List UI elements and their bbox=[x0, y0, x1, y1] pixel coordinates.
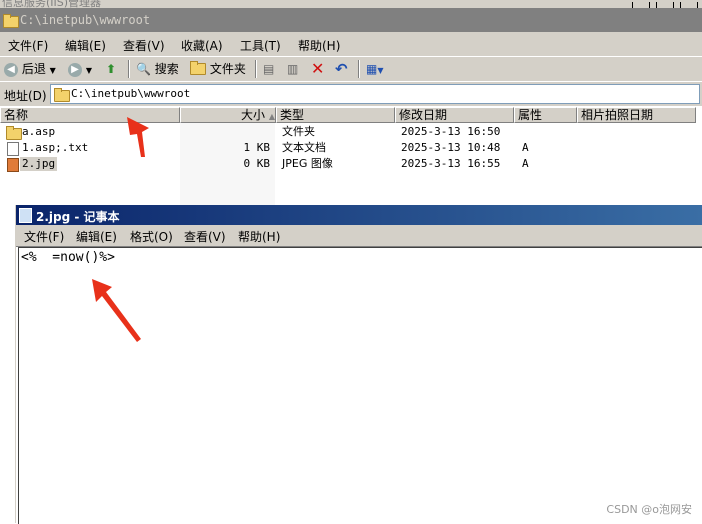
search-icon: 🔍 bbox=[136, 62, 151, 76]
address-input[interactable]: C:\inetpub\wwwroot bbox=[50, 84, 700, 104]
undo-button[interactable]: ↶ bbox=[335, 60, 348, 78]
column-header-photo-date[interactable]: 相片拍照日期 bbox=[577, 107, 696, 123]
column-header-label: 名称 bbox=[4, 108, 29, 122]
background-window: 信息服务(IIS)管理器 bbox=[0, 0, 702, 8]
folders-label: 文件夹 bbox=[209, 62, 246, 76]
file-modified: 2025-3-13 10:48 bbox=[401, 141, 501, 154]
column-header-label: 大小 bbox=[241, 108, 266, 122]
table-row[interactable]: a.asp 文件夹 2025-3-13 16:50 bbox=[0, 124, 702, 140]
notepad-menubar: 文件(F) 编辑(E) 格式(O) 查看(V) 帮助(H) bbox=[16, 225, 702, 247]
table-row[interactable]: 1.asp;.txt 1 KB 文本文档 2025-3-13 10:48 A bbox=[0, 140, 702, 156]
background-window-controls bbox=[630, 0, 698, 8]
menu-view[interactable]: 查看(V) bbox=[184, 228, 226, 245]
notepad-window: 2.jpg - 记事本 文件(F) 编辑(E) 格式(O) 查看(V) 帮助(H… bbox=[15, 205, 702, 524]
delete-button[interactable]: ✕ bbox=[311, 60, 324, 78]
views-button[interactable]: ▦▼ bbox=[366, 60, 384, 78]
move-to-icon: ▤ bbox=[263, 62, 275, 76]
column-headers: 名称 大小 ▲ 类型 修改日期 属性 相片拍照日期 bbox=[0, 107, 702, 123]
toolbar-separator bbox=[358, 60, 360, 78]
menu-edit[interactable]: 编辑(E) bbox=[76, 228, 117, 245]
file-name: a.asp bbox=[22, 125, 56, 138]
file-modified: 2025-3-13 16:55 bbox=[401, 157, 501, 170]
file-size: 1 KB bbox=[243, 141, 271, 154]
menu-help[interactable]: 帮助(H) bbox=[298, 37, 340, 54]
folder-icon bbox=[3, 14, 19, 28]
notepad-content: <% =now()%> bbox=[21, 250, 115, 265]
forward-arrow-icon: ▶ bbox=[68, 62, 82, 77]
file-name: 1.asp;.txt bbox=[22, 141, 89, 154]
back-arrow-icon: ◀ bbox=[4, 62, 18, 77]
sort-ascending-icon: ▲ bbox=[268, 112, 275, 121]
address-bar: 地址(D) C:\inetpub\wwwroot bbox=[0, 81, 702, 106]
file-type: JPEG 图像 bbox=[282, 157, 333, 170]
explorer-menubar: 文件(F) 编辑(E) 查看(V) 收藏(A) 工具(T) 帮助(H) bbox=[0, 32, 702, 56]
chevron-down-icon: ▼ bbox=[377, 66, 384, 75]
column-header-modified[interactable]: 修改日期 bbox=[395, 107, 514, 123]
menu-format[interactable]: 格式(O) bbox=[130, 228, 173, 245]
folder-icon bbox=[190, 61, 206, 75]
folder-icon bbox=[54, 88, 70, 102]
explorer-titlebar[interactable]: C:\inetpub\wwwroot bbox=[0, 8, 702, 32]
search-label: 搜索 bbox=[154, 62, 179, 76]
column-header-name[interactable]: 名称 bbox=[0, 107, 180, 123]
file-modified: 2025-3-13 16:50 bbox=[401, 125, 501, 138]
menu-favorites[interactable]: 收藏(A) bbox=[181, 37, 223, 54]
menu-file[interactable]: 文件(F) bbox=[24, 228, 64, 245]
file-name: 2.jpg bbox=[20, 157, 58, 171]
background-window-title: 信息服务(IIS)管理器 bbox=[2, 0, 102, 8]
file-size: 0 KB bbox=[243, 157, 271, 170]
file-type: 文件夹 bbox=[282, 125, 315, 138]
file-attr: A bbox=[522, 141, 529, 154]
delete-icon: ✕ bbox=[311, 59, 325, 78]
chevron-down-icon: ▼ bbox=[49, 66, 56, 75]
column-header-type[interactable]: 类型 bbox=[276, 107, 395, 123]
watermark: CSDN @o泡网安 bbox=[606, 503, 692, 516]
notepad-title: 2.jpg - 记事本 bbox=[36, 210, 120, 224]
menu-tools[interactable]: 工具(T) bbox=[240, 37, 281, 54]
image-file-icon bbox=[7, 158, 19, 172]
column-header-label: 属性 bbox=[518, 108, 543, 122]
back-button[interactable]: ◀ 后退 ▼ bbox=[4, 60, 56, 78]
menu-file[interactable]: 文件(F) bbox=[8, 37, 48, 54]
folder-icon bbox=[6, 126, 22, 140]
text-file-icon bbox=[7, 142, 19, 156]
column-header-label: 类型 bbox=[280, 108, 305, 122]
up-folder-icon: ⬆ bbox=[106, 62, 117, 76]
address-value: C:\inetpub\wwwroot bbox=[71, 87, 191, 100]
menu-help[interactable]: 帮助(H) bbox=[238, 228, 280, 245]
file-attr: A bbox=[522, 157, 529, 170]
undo-icon: ↶ bbox=[335, 60, 348, 78]
table-row[interactable]: 2.jpg 0 KB JPEG 图像 2025-3-13 16:55 A bbox=[0, 156, 702, 172]
back-label: 后退 bbox=[21, 62, 46, 76]
toolbar-separator bbox=[128, 60, 130, 78]
column-header-label: 相片拍照日期 bbox=[581, 108, 654, 122]
address-label: 地址(D) bbox=[4, 89, 47, 103]
chevron-down-icon: ▼ bbox=[85, 66, 92, 75]
search-button[interactable]: 🔍 搜索 bbox=[136, 60, 179, 78]
notepad-text-area[interactable]: <% =now()%> bbox=[18, 247, 702, 524]
move-to-button[interactable]: ▤ bbox=[263, 60, 274, 78]
notepad-titlebar[interactable]: 2.jpg - 记事本 bbox=[16, 205, 702, 225]
toolbar-separator bbox=[255, 60, 257, 78]
column-header-attributes[interactable]: 属性 bbox=[514, 107, 577, 123]
up-folder-button[interactable]: ⬆ bbox=[106, 60, 116, 78]
column-header-label: 修改日期 bbox=[399, 108, 448, 122]
views-icon: ▦ bbox=[366, 62, 378, 76]
copy-to-icon: ▥ bbox=[287, 62, 299, 76]
file-type: 文本文档 bbox=[282, 141, 326, 154]
file-list: 名称 大小 ▲ 类型 修改日期 属性 相片拍照日期 a.asp 文件夹 2025… bbox=[0, 107, 702, 205]
menu-view[interactable]: 查看(V) bbox=[123, 37, 165, 54]
explorer-title: C:\inetpub\wwwroot bbox=[20, 13, 151, 27]
column-header-size[interactable]: 大小 ▲ bbox=[180, 107, 276, 123]
menu-edit[interactable]: 编辑(E) bbox=[65, 37, 106, 54]
copy-to-button[interactable]: ▥ bbox=[287, 60, 298, 78]
forward-button[interactable]: ▶ ▼ bbox=[68, 60, 92, 78]
notepad-icon bbox=[19, 208, 32, 223]
folders-button[interactable]: 文件夹 bbox=[190, 60, 246, 78]
explorer-toolbar: ◀ 后退 ▼ ▶ ▼ ⬆ 🔍 搜索 文件夹 ▤ ▥ ✕ ↶ ▦▼ bbox=[0, 56, 702, 81]
explorer-window: C:\inetpub\wwwroot 文件(F) 编辑(E) 查看(V) 收藏(… bbox=[0, 8, 702, 205]
